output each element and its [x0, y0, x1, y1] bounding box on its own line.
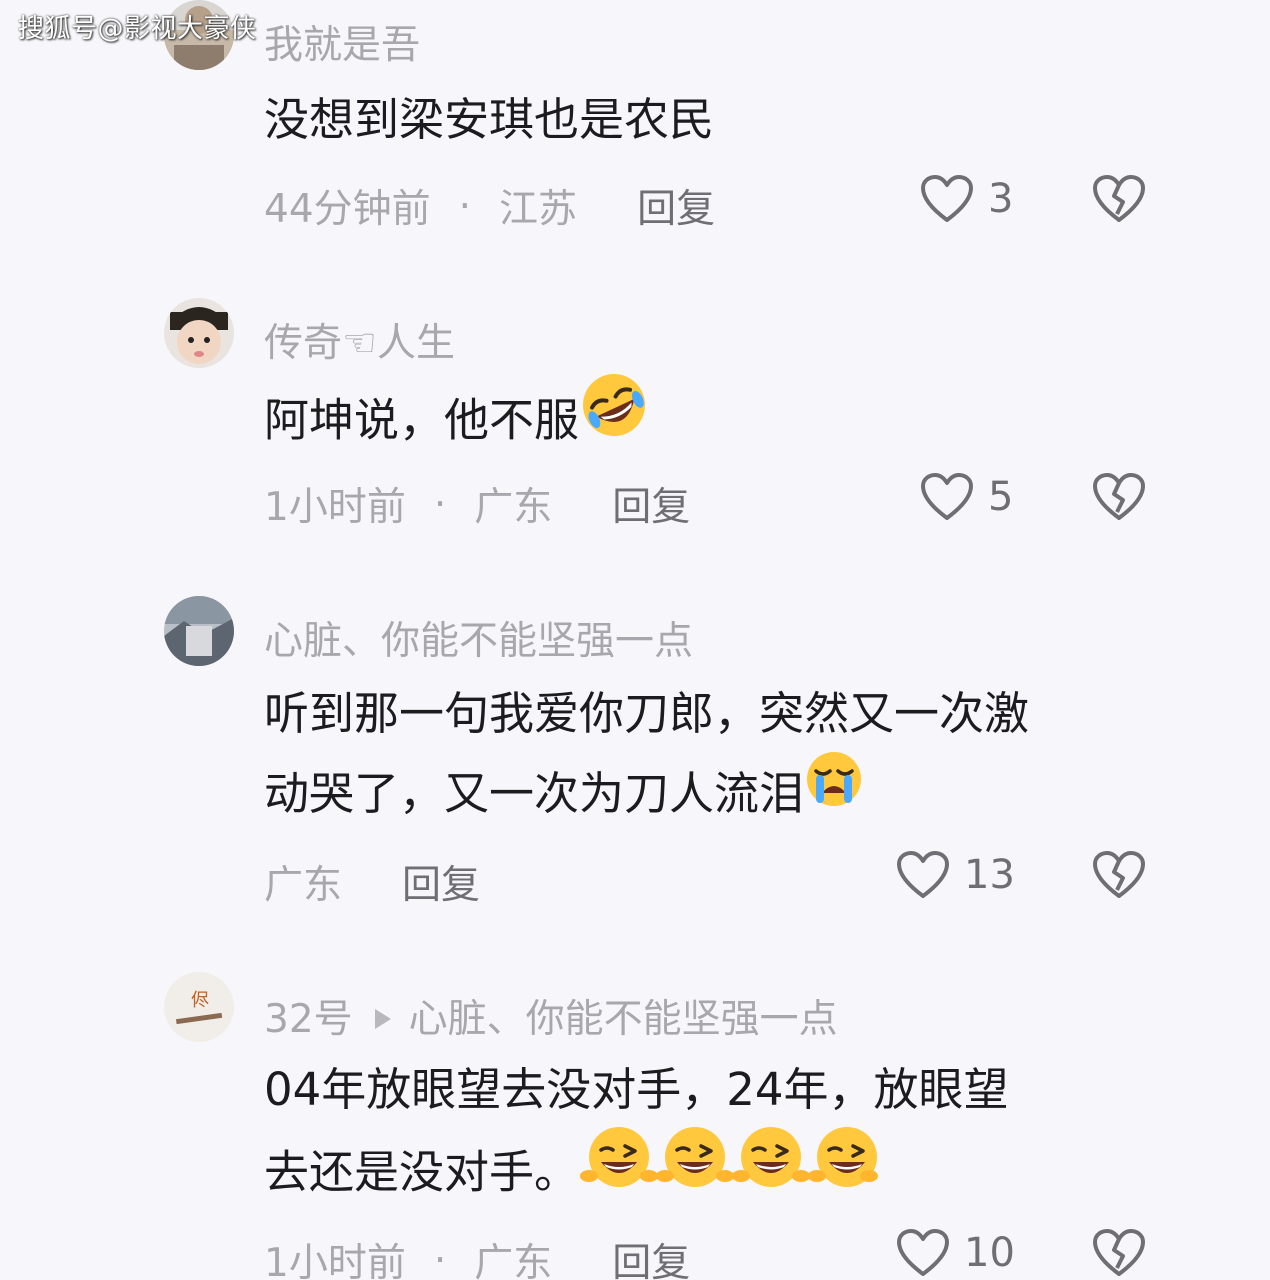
comment-text: 阿坤说，他不服	[264, 374, 1164, 471]
reply-to-username[interactable]: 心脏、你能不能坚强一点	[409, 997, 838, 1042]
comment-text: 04年放眼望去没对手，24年，放眼望 去还是没对手。	[264, 1050, 1164, 1221]
comment-meta: 44分钟前 · 江苏 回复	[264, 178, 715, 234]
watermark-text: 搜狐号@影视大豪侠	[18, 14, 257, 44]
comment-text: 没想到梁安琪也是农民	[264, 93, 715, 146]
comment-text-line: 动哭了，又一次为刀人流泪	[264, 767, 805, 820]
comment-text-line: 去还是没对手。	[264, 1145, 580, 1199]
comment-text-line: 04年放眼望去没对手，24年，放眼望	[264, 1063, 1009, 1116]
broken-heart-icon	[1093, 851, 1145, 898]
username: 32号 心脏、你能不能坚强一点	[264, 988, 838, 1044]
rolling-laughing-emoji	[579, 370, 649, 465]
location: 江苏	[499, 187, 578, 232]
username[interactable]: 心脏、你能不能坚强一点	[264, 610, 693, 666]
reply-button[interactable]: 回复	[402, 854, 480, 910]
username[interactable]: 传奇☜人生	[264, 312, 455, 368]
timestamp: 1小时前	[264, 485, 406, 530]
heart-outline-icon	[921, 175, 973, 222]
heart-outline-icon	[897, 851, 949, 898]
timestamp: 44分钟前	[264, 187, 431, 232]
comment-text-line: 听到那一句我爱你刀郎，突然又一次激	[264, 687, 1030, 740]
meta-separator: ·	[433, 1237, 447, 1280]
like-button[interactable]: 3	[920, 174, 1013, 224]
comment-meta: 广东 回复	[264, 854, 480, 910]
like-count: 3	[988, 176, 1014, 222]
timestamp: 1小时前	[264, 1241, 406, 1280]
avatar[interactable]: 侭	[164, 972, 234, 1042]
like-button[interactable]: 13	[896, 850, 1015, 900]
comment-text: 听到那一句我爱你刀郎，突然又一次激 动哭了，又一次为刀人流泪	[264, 674, 1164, 840]
avatar[interactable]	[164, 298, 234, 368]
reply-arrow-icon	[374, 1008, 391, 1029]
broken-heart-icon	[1093, 175, 1145, 222]
dislike-button[interactable]	[1092, 1228, 1146, 1280]
like-count: 13	[964, 852, 1015, 898]
username-text[interactable]: 32号	[264, 997, 353, 1042]
like-count: 5	[988, 474, 1014, 520]
like-count: 10	[964, 1230, 1015, 1276]
heart-outline-icon	[921, 473, 973, 520]
comment-meta: 1小时前 · 广东 回复	[264, 1232, 690, 1280]
broken-heart-icon	[1093, 1229, 1145, 1276]
like-button[interactable]: 5	[920, 472, 1013, 522]
comment-thread-screen: 搜狐号@影视大豪侠 我就是吾 没想到梁安琪也是农民 44分钟前 · 江苏 回复 …	[0, 0, 1270, 1280]
broken-heart-icon	[1093, 473, 1145, 520]
svg-text:侭: 侭	[191, 990, 209, 1011]
avatar[interactable]	[164, 596, 234, 666]
reply-button[interactable]: 回复	[612, 1232, 690, 1280]
meta-separator: ·	[458, 183, 472, 229]
reply-button[interactable]: 回复	[612, 476, 690, 532]
comment-meta: 1小时前 · 广东 回复	[264, 476, 690, 532]
username[interactable]: 我就是吾	[264, 14, 420, 70]
location: 广东	[264, 863, 343, 908]
location: 广东	[474, 1241, 553, 1280]
comment-text-content: 阿坤说，他不服	[264, 393, 580, 447]
reply-button[interactable]: 回复	[637, 178, 715, 234]
heart-outline-icon	[897, 1229, 949, 1276]
location: 广东	[474, 485, 553, 530]
squinting-tongue-emoji	[579, 1124, 879, 1215]
dislike-button[interactable]	[1092, 174, 1146, 228]
loudly-crying-emoji	[804, 749, 864, 834]
dislike-button[interactable]	[1092, 850, 1146, 904]
like-button[interactable]: 10	[896, 1228, 1015, 1278]
meta-separator: ·	[433, 481, 447, 527]
dislike-button[interactable]	[1092, 472, 1146, 526]
